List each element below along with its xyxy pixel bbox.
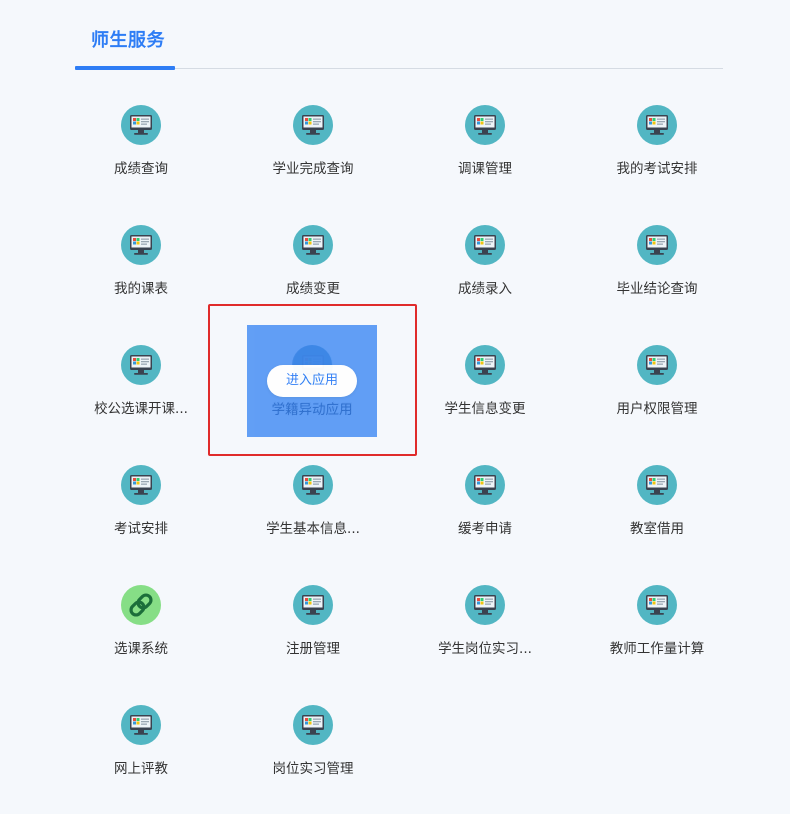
monitor-icon (293, 105, 333, 145)
app-tile[interactable]: 学生岗位实习... (399, 580, 571, 700)
app-tile[interactable]: 岗位实习管理 (227, 700, 399, 814)
monitor-icon (121, 345, 161, 385)
monitor-icon (637, 465, 677, 505)
app-tile[interactable]: 教师工作量计算 (571, 580, 743, 700)
app-tile[interactable]: 成绩查询 (55, 100, 227, 220)
monitor-icon (121, 225, 161, 265)
app-label: 网上评教 (114, 761, 168, 777)
app-tile[interactable]: 教室借用 (571, 460, 743, 580)
monitor-icon (637, 225, 677, 265)
monitor-icon (465, 225, 505, 265)
monitor-icon (121, 465, 161, 505)
link-icon (121, 585, 161, 625)
app-label: 用户权限管理 (616, 401, 698, 417)
app-label: 考试安排 (114, 521, 168, 537)
app-label: 选课系统 (114, 641, 168, 657)
app-label: 缓考申请 (458, 521, 512, 537)
app-label: 成绩变更 (286, 281, 340, 297)
app-label: 岗位实习管理 (272, 761, 354, 777)
app-tile[interactable]: 网上评教 (55, 700, 227, 814)
monitor-icon (637, 345, 677, 385)
app-label: 学生岗位实习... (438, 641, 532, 657)
app-tile[interactable]: 选课系统 (55, 580, 227, 700)
monitor-icon (293, 705, 333, 745)
monitor-icon (293, 585, 333, 625)
app-label: 校公选课开课... (94, 401, 188, 417)
app-tile[interactable]: 学业完成查询 (227, 100, 399, 220)
app-tile[interactable]: 成绩录入 (399, 220, 571, 340)
monitor-icon (637, 585, 677, 625)
monitor-icon (121, 705, 161, 745)
monitor-icon (465, 105, 505, 145)
app-label: 毕业结论查询 (616, 281, 698, 297)
app-tile[interactable]: 我的课表 (55, 220, 227, 340)
app-label: 学生基本信息... (266, 521, 360, 537)
app-label: 我的课表 (114, 281, 168, 297)
app-tile[interactable]: 注册管理 (227, 580, 399, 700)
tab-bar: 师生服务 (75, 0, 723, 70)
app-tile[interactable]: 考试安排 (55, 460, 227, 580)
app-tile[interactable]: 学生基本信息... (227, 460, 399, 580)
app-tile[interactable]: 调课管理 (399, 100, 571, 220)
app-label: 成绩查询 (114, 161, 168, 177)
app-tile[interactable]: 校公选课开课... (55, 340, 227, 460)
tab-teacher-student-services[interactable]: 师生服务 (91, 26, 165, 52)
monitor-icon (465, 465, 505, 505)
app-tile[interactable]: 毕业结论查询 (571, 220, 743, 340)
app-label: 学业完成查询 (272, 161, 354, 177)
monitor-icon (293, 225, 333, 265)
highlight-frame (208, 304, 417, 456)
app-label: 注册管理 (286, 641, 340, 657)
app-label: 教师工作量计算 (609, 641, 705, 657)
page: 师生服务 成绩查询 学业完成查询 调课管理 我的考试安排我的课表 成绩变更 成绩录入 毕业结… (0, 0, 790, 814)
app-label: 学生信息变更 (444, 401, 526, 417)
app-label: 我的考试安排 (616, 161, 698, 177)
app-tile[interactable]: 缓考申请 (399, 460, 571, 580)
monitor-icon (465, 345, 505, 385)
active-tab-indicator (75, 66, 175, 70)
app-tile[interactable]: 我的考试安排 (571, 100, 743, 220)
app-tile[interactable]: 学生信息变更 (399, 340, 571, 460)
app-tile[interactable]: 用户权限管理 (571, 340, 743, 460)
monitor-icon (121, 105, 161, 145)
monitor-icon (293, 465, 333, 505)
app-label: 教室借用 (630, 521, 684, 537)
monitor-icon (637, 105, 677, 145)
app-label: 成绩录入 (458, 281, 512, 297)
app-label: 调课管理 (458, 161, 512, 177)
monitor-icon (465, 585, 505, 625)
